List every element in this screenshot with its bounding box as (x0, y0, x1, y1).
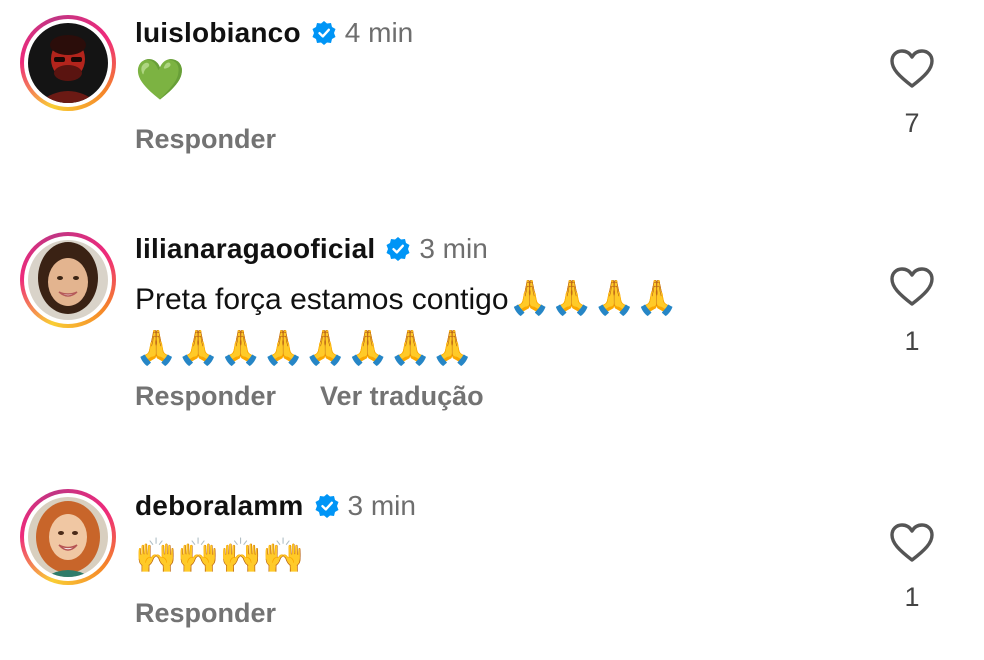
comment-header: deboralamm 3 min (135, 489, 416, 523)
avatar (28, 497, 108, 577)
comment-timestamp: 3 min (347, 490, 416, 521)
like-count: 1 (904, 582, 920, 612)
comment-actions: Responder (135, 598, 276, 629)
verified-badge-icon (315, 494, 338, 518)
like-area: 1 (888, 522, 936, 613)
username[interactable]: deboralamm (135, 489, 304, 523)
avatar-image (28, 497, 108, 577)
comment-item: deboralamm 3 min 🙌🙌🙌🙌 Responder 1 (0, 0, 984, 660)
avatar-gap (24, 493, 112, 581)
heart-outline-icon[interactable] (889, 522, 935, 564)
reply-button[interactable]: Responder (135, 598, 276, 629)
comment-text: 🙌🙌🙌🙌 (135, 532, 815, 582)
avatar-story-ring[interactable] (20, 489, 116, 585)
raising-hands-emoji-row: 🙌🙌🙌🙌 (135, 536, 305, 576)
